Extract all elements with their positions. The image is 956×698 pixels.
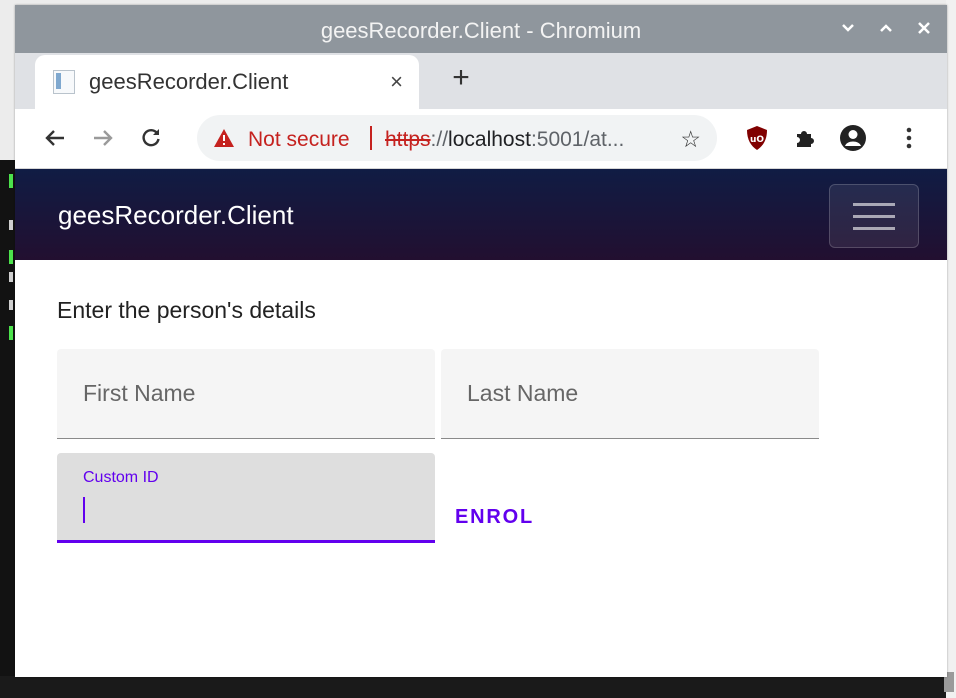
custom-id-label: Custom ID (83, 469, 159, 486)
new-tab-button[interactable]: + (443, 61, 479, 95)
url-scheme: https (385, 128, 431, 151)
reload-icon (142, 128, 160, 147)
url-text[interactable]: https://localhost:5001/at... (385, 128, 624, 152)
tab-geesrecorder[interactable]: geesRecorder.Client × (35, 55, 419, 109)
tab-title: geesRecorder.Client (89, 69, 289, 94)
form-prompt: Enter the person's details (57, 297, 316, 323)
url-separator: :// (430, 128, 449, 151)
ublock-shield-icon: uO (747, 126, 767, 150)
window-title: geesRecorder.Client - Chromium (320, 18, 642, 43)
profile-button[interactable] (839, 124, 867, 152)
terminal-glyph (9, 174, 13, 188)
terminal-glyph (9, 272, 13, 282)
window-controls (837, 15, 935, 41)
app-brand[interactable]: geesRecorder.Client (58, 200, 294, 231)
page-favicon-icon (53, 70, 75, 94)
text-caret (83, 497, 85, 523)
last-name-placeholder: Last Name (467, 380, 579, 406)
desktop-edge (946, 0, 956, 698)
first-name-placeholder: First Name (83, 380, 196, 406)
forward-button[interactable] (89, 124, 117, 152)
app-navbar: geesRecorder.Client (15, 169, 947, 260)
last-name-field[interactable]: Last Name (441, 349, 819, 439)
chevron-down-icon (842, 24, 854, 32)
extensions-button[interactable] (791, 124, 819, 152)
terminal-glyph (9, 300, 13, 310)
bookmark-star-icon[interactable]: ☆ (680, 126, 701, 153)
window-titlebar[interactable]: geesRecorder.Client - Chromium (15, 5, 947, 53)
minimize-button[interactable] (837, 15, 859, 41)
warning-icon[interactable] (213, 128, 235, 148)
svg-text:uO: uO (750, 135, 764, 145)
chevron-up-icon (880, 24, 892, 32)
close-window-button[interactable] (913, 15, 935, 41)
desktop-background (0, 676, 956, 698)
maximize-button[interactable] (875, 15, 897, 41)
arrow-right-icon (94, 130, 113, 146)
security-label[interactable]: Not secure (248, 128, 350, 152)
url-host: localhost (448, 128, 531, 151)
terminal-glyph (9, 326, 13, 340)
reload-button[interactable] (137, 124, 165, 152)
terminal-glyph (9, 250, 13, 264)
hamburger-icon (853, 203, 895, 206)
ublock-extension-button[interactable]: uO (743, 124, 771, 152)
address-bar[interactable]: Not secure https://localhost:5001/at... … (197, 115, 717, 161)
custom-id-field[interactable]: Custom ID (57, 453, 435, 543)
navbar-toggle-button[interactable] (829, 184, 919, 248)
browser-window: geesRecorder.Client - Chromium geesRecor… (15, 5, 947, 677)
hamburger-icon (853, 215, 895, 218)
browser-toolbar: Not secure https://localhost:5001/at... … (15, 109, 947, 169)
omnibox-divider (370, 126, 372, 150)
tab-strip: geesRecorder.Client × + (15, 53, 947, 109)
close-icon (918, 22, 930, 34)
main-content: Enter the person's details First Name La… (15, 260, 947, 677)
enrol-button[interactable]: ENROL (455, 502, 534, 533)
browser-menu-button[interactable] (895, 124, 923, 152)
more-vert-icon (906, 127, 912, 149)
back-button[interactable] (41, 124, 69, 152)
url-path: :5001/at... (530, 128, 625, 151)
account-circle-icon (840, 125, 866, 151)
tab-close-button[interactable]: × (390, 69, 403, 95)
hamburger-icon (853, 227, 895, 230)
puzzle-icon (797, 131, 814, 147)
arrow-left-icon (45, 130, 64, 146)
first-name-field[interactable]: First Name (57, 349, 435, 439)
terminal-glyph (9, 220, 13, 230)
